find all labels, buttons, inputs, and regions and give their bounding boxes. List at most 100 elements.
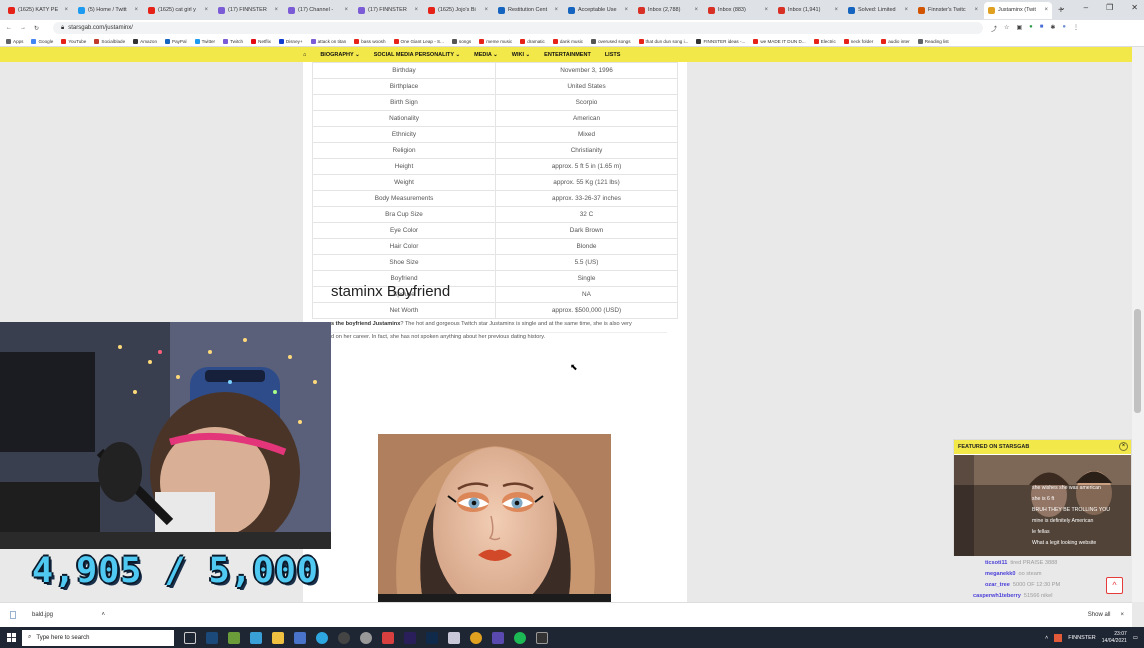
app-icon[interactable] bbox=[492, 631, 504, 644]
tray-label[interactable]: FINNSTER bbox=[1068, 635, 1096, 641]
nav-item[interactable]: LISTS bbox=[605, 52, 621, 58]
bookmark-item[interactable]: YouTube bbox=[61, 38, 86, 44]
photoshop-icon[interactable] bbox=[426, 631, 438, 644]
nav-item[interactable]: WIKI ⌄ bbox=[512, 52, 530, 58]
browser-tab[interactable]: (5) Home / Twitt × bbox=[74, 2, 142, 19]
notification-icon[interactable]: ▭ bbox=[1133, 635, 1138, 641]
close-tab-icon[interactable]: × bbox=[1044, 7, 1048, 13]
bookmark-item[interactable]: dank music bbox=[552, 38, 583, 44]
bookmark-item[interactable]: neck folder bbox=[843, 38, 873, 44]
star-icon[interactable]: ☆ bbox=[1004, 24, 1009, 33]
bookmark-item[interactable]: audio inter bbox=[881, 38, 910, 44]
download-item[interactable]: bald.jpg ˄ bbox=[10, 611, 105, 619]
nav-item[interactable]: BIOGRAPHY ⌄ bbox=[320, 52, 359, 58]
browser-tab[interactable]: Inbox (1,941) × bbox=[774, 2, 842, 19]
chrome-icon[interactable] bbox=[470, 631, 482, 644]
browser-tab[interactable]: (17) Channel - × bbox=[284, 2, 352, 19]
close-tab-icon[interactable]: × bbox=[274, 7, 278, 13]
forward-icon[interactable]: → bbox=[20, 25, 26, 31]
profile-avatar[interactable]: ● bbox=[1062, 24, 1066, 33]
close-tab-icon[interactable]: × bbox=[694, 7, 698, 13]
close-downloads-button[interactable]: × bbox=[1120, 612, 1132, 618]
maximize-icon[interactable]: ❐ bbox=[1106, 3, 1113, 12]
nav-item[interactable]: MEDIA ⌄ bbox=[474, 52, 498, 58]
obs-icon[interactable] bbox=[338, 631, 350, 644]
browser-tab[interactable]: (1625) Jojo's Bi × bbox=[424, 2, 492, 19]
close-tab-icon[interactable]: × bbox=[624, 7, 628, 13]
browser-tab[interactable]: Solved: Limited × bbox=[844, 2, 912, 19]
task-view-icon[interactable] bbox=[184, 631, 196, 644]
chevron-down-icon[interactable]: ⌄ bbox=[1059, 3, 1066, 12]
close-tab-icon[interactable]: × bbox=[764, 7, 768, 13]
browser-tab[interactable]: (17) FINNSTER × bbox=[214, 2, 282, 19]
bookmark-item[interactable]: PayPal bbox=[165, 38, 187, 44]
bookmark-item[interactable]: Amazon bbox=[133, 38, 157, 44]
show-all-link[interactable]: Show all bbox=[1088, 612, 1111, 618]
close-tab-icon[interactable]: × bbox=[344, 7, 348, 13]
clock[interactable]: 23:07 14/04/2021 bbox=[1102, 631, 1127, 645]
chevron-up-icon[interactable]: ˄ bbox=[101, 612, 105, 618]
extension-icon[interactable]: ▣ bbox=[1016, 24, 1022, 33]
browser-tab[interactable]: (17) FINNSTER × bbox=[354, 2, 422, 19]
start-button[interactable] bbox=[0, 633, 22, 642]
close-tab-icon[interactable]: × bbox=[974, 7, 978, 13]
app-icon[interactable] bbox=[250, 631, 262, 644]
bookmark-item[interactable]: FINNSTER ideas -... bbox=[696, 38, 745, 44]
close-icon[interactable]: × bbox=[1119, 442, 1128, 451]
bookmark-item[interactable]: Apps bbox=[6, 38, 23, 44]
chat-username[interactable]: casperwh1teberry bbox=[973, 593, 1021, 599]
browser-tab[interactable]: Finnster's Twitc × bbox=[914, 2, 982, 19]
bookmark-item[interactable]: we MADE IT DUN D... bbox=[753, 38, 806, 44]
chevron-up-icon[interactable]: ˄ bbox=[1045, 635, 1048, 641]
browser-tab[interactable]: Inbox (883) × bbox=[704, 2, 772, 19]
browser-tab[interactable]: (1625) cat girl y × bbox=[144, 2, 212, 19]
close-tab-icon[interactable]: × bbox=[484, 7, 488, 13]
scrollbar-thumb[interactable] bbox=[1134, 309, 1141, 413]
close-tab-icon[interactable]: × bbox=[834, 7, 838, 13]
bookmark-item[interactable]: Reading list bbox=[917, 38, 949, 44]
back-icon[interactable]: ← bbox=[6, 25, 12, 31]
close-tab-icon[interactable]: × bbox=[64, 7, 68, 13]
bookmark-item[interactable]: songs bbox=[451, 38, 471, 44]
app-tray-icon[interactable] bbox=[1054, 633, 1063, 642]
app-icon[interactable] bbox=[294, 631, 306, 644]
app-icon[interactable] bbox=[448, 631, 460, 644]
bookmark-item[interactable]: One Giant Leap - S... bbox=[393, 38, 444, 44]
reload-icon[interactable]: ↻ bbox=[34, 25, 39, 32]
bookmark-item[interactable]: dramatic bbox=[520, 38, 545, 44]
bookmark-item[interactable]: meme music bbox=[479, 38, 512, 44]
steam-icon[interactable] bbox=[206, 631, 218, 644]
taskbar-search[interactable]: ⌕ Type here to search bbox=[22, 629, 174, 646]
bookmark-item[interactable]: attack on titan bbox=[310, 38, 346, 44]
bookmark-item[interactable]: Disney+ bbox=[278, 38, 303, 44]
browser-tab[interactable]: Acceptable Use × bbox=[564, 2, 632, 19]
extension-icon[interactable]: ■ bbox=[1040, 24, 1044, 33]
app-icon[interactable] bbox=[360, 631, 372, 644]
bookmark-item[interactable]: that dun dun song i... bbox=[638, 38, 688, 44]
bookmark-item[interactable]: Electric bbox=[813, 38, 836, 44]
close-tab-icon[interactable]: × bbox=[134, 7, 138, 13]
featured-video[interactable]: she wishes she was american she is 6 ft BR… bbox=[954, 455, 1131, 556]
bookmark-item[interactable]: Twitter bbox=[194, 38, 215, 44]
chat-username[interactable]: meganekk0 bbox=[985, 571, 1015, 577]
nav-item[interactable]: SOCIAL MEDIA PERSONALITY ⌄ bbox=[374, 52, 460, 58]
app-icon[interactable] bbox=[536, 631, 548, 644]
home-icon[interactable]: ⌂ bbox=[303, 52, 306, 58]
bookmark-item[interactable]: Socialblade bbox=[94, 38, 125, 44]
close-tab-icon[interactable]: × bbox=[554, 7, 558, 13]
chat-username[interactable]: ozar_tree bbox=[985, 582, 1010, 588]
puzzle-icon[interactable]: ✱ bbox=[1050, 24, 1055, 33]
chat-username[interactable]: ticsoti11 bbox=[985, 560, 1007, 566]
close-icon[interactable]: ✕ bbox=[1131, 3, 1138, 12]
bookmark-item[interactable]: overused songs bbox=[591, 38, 631, 44]
page-scrollbar[interactable] bbox=[1132, 47, 1144, 602]
close-tab-icon[interactable]: × bbox=[414, 7, 418, 13]
share-icon[interactable]: ⤴ bbox=[991, 24, 997, 33]
minecraft-icon[interactable] bbox=[228, 631, 240, 644]
extension-icon[interactable]: ● bbox=[1029, 24, 1033, 33]
close-tab-icon[interactable]: × bbox=[204, 7, 208, 13]
browser-tab[interactable]: Inbox (2,788) × bbox=[634, 2, 702, 19]
bookmark-item[interactable]: Twitch bbox=[223, 38, 243, 44]
bookmark-item[interactable]: Netflix bbox=[251, 38, 271, 44]
app-icon[interactable] bbox=[382, 631, 394, 644]
